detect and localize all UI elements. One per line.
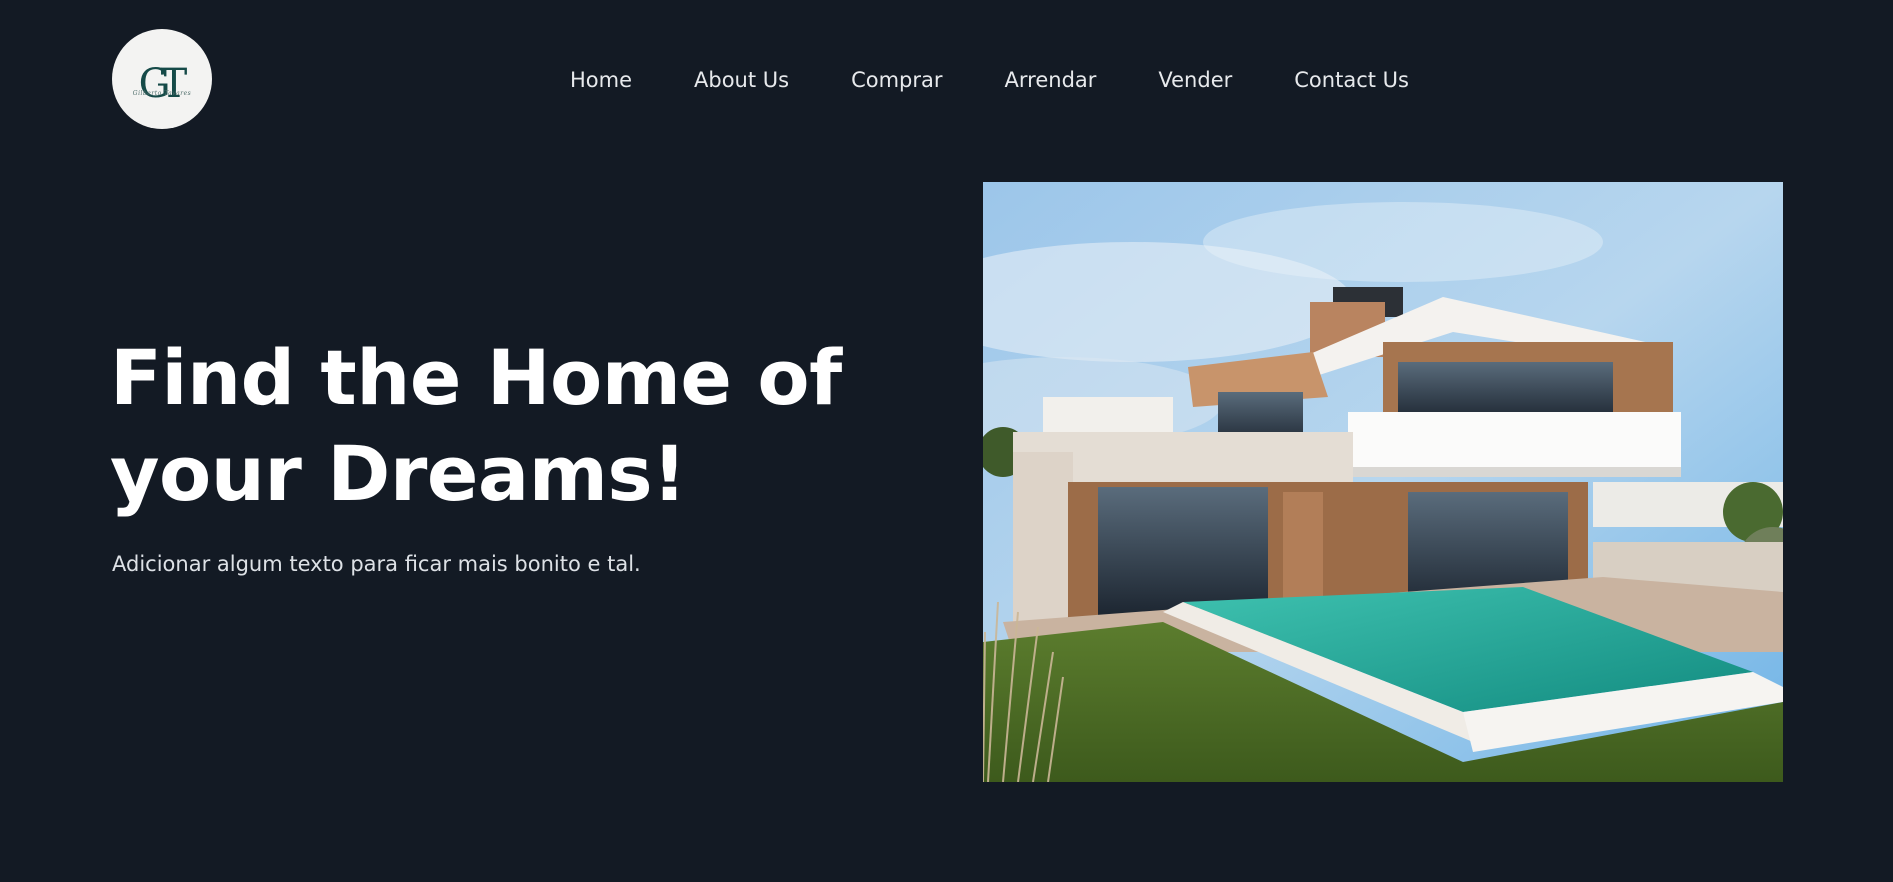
hero-title-line-2: your Dreams! [110, 429, 687, 518]
hero-title: Find the Home of your Dreams! [110, 330, 890, 522]
main-nav: Home About Us Comprar Arrendar Vender Co… [570, 66, 1409, 94]
hero-title-line-1: Find the Home of [110, 333, 842, 422]
nav-link-contact-us[interactable]: Contact Us [1294, 66, 1409, 94]
nav-link-home[interactable]: Home [570, 66, 632, 94]
nav-link-arrendar[interactable]: Arrendar [1005, 66, 1097, 94]
nav-link-comprar[interactable]: Comprar [851, 66, 942, 94]
brand-logo[interactable]: GT Gilberto Tavares [112, 29, 212, 129]
nav-link-vender[interactable]: Vender [1158, 66, 1232, 94]
hero-house-image [983, 182, 1783, 782]
landing-page: GT Gilberto Tavares Home About Us Compra… [0, 0, 1893, 882]
logo-monogram: GT [138, 60, 188, 107]
hero-subtitle: Adicionar algum texto para ficar mais bo… [112, 552, 641, 576]
nav-link-about-us[interactable]: About Us [694, 66, 789, 94]
logo-signature: Gilberto Tavares [132, 89, 192, 97]
